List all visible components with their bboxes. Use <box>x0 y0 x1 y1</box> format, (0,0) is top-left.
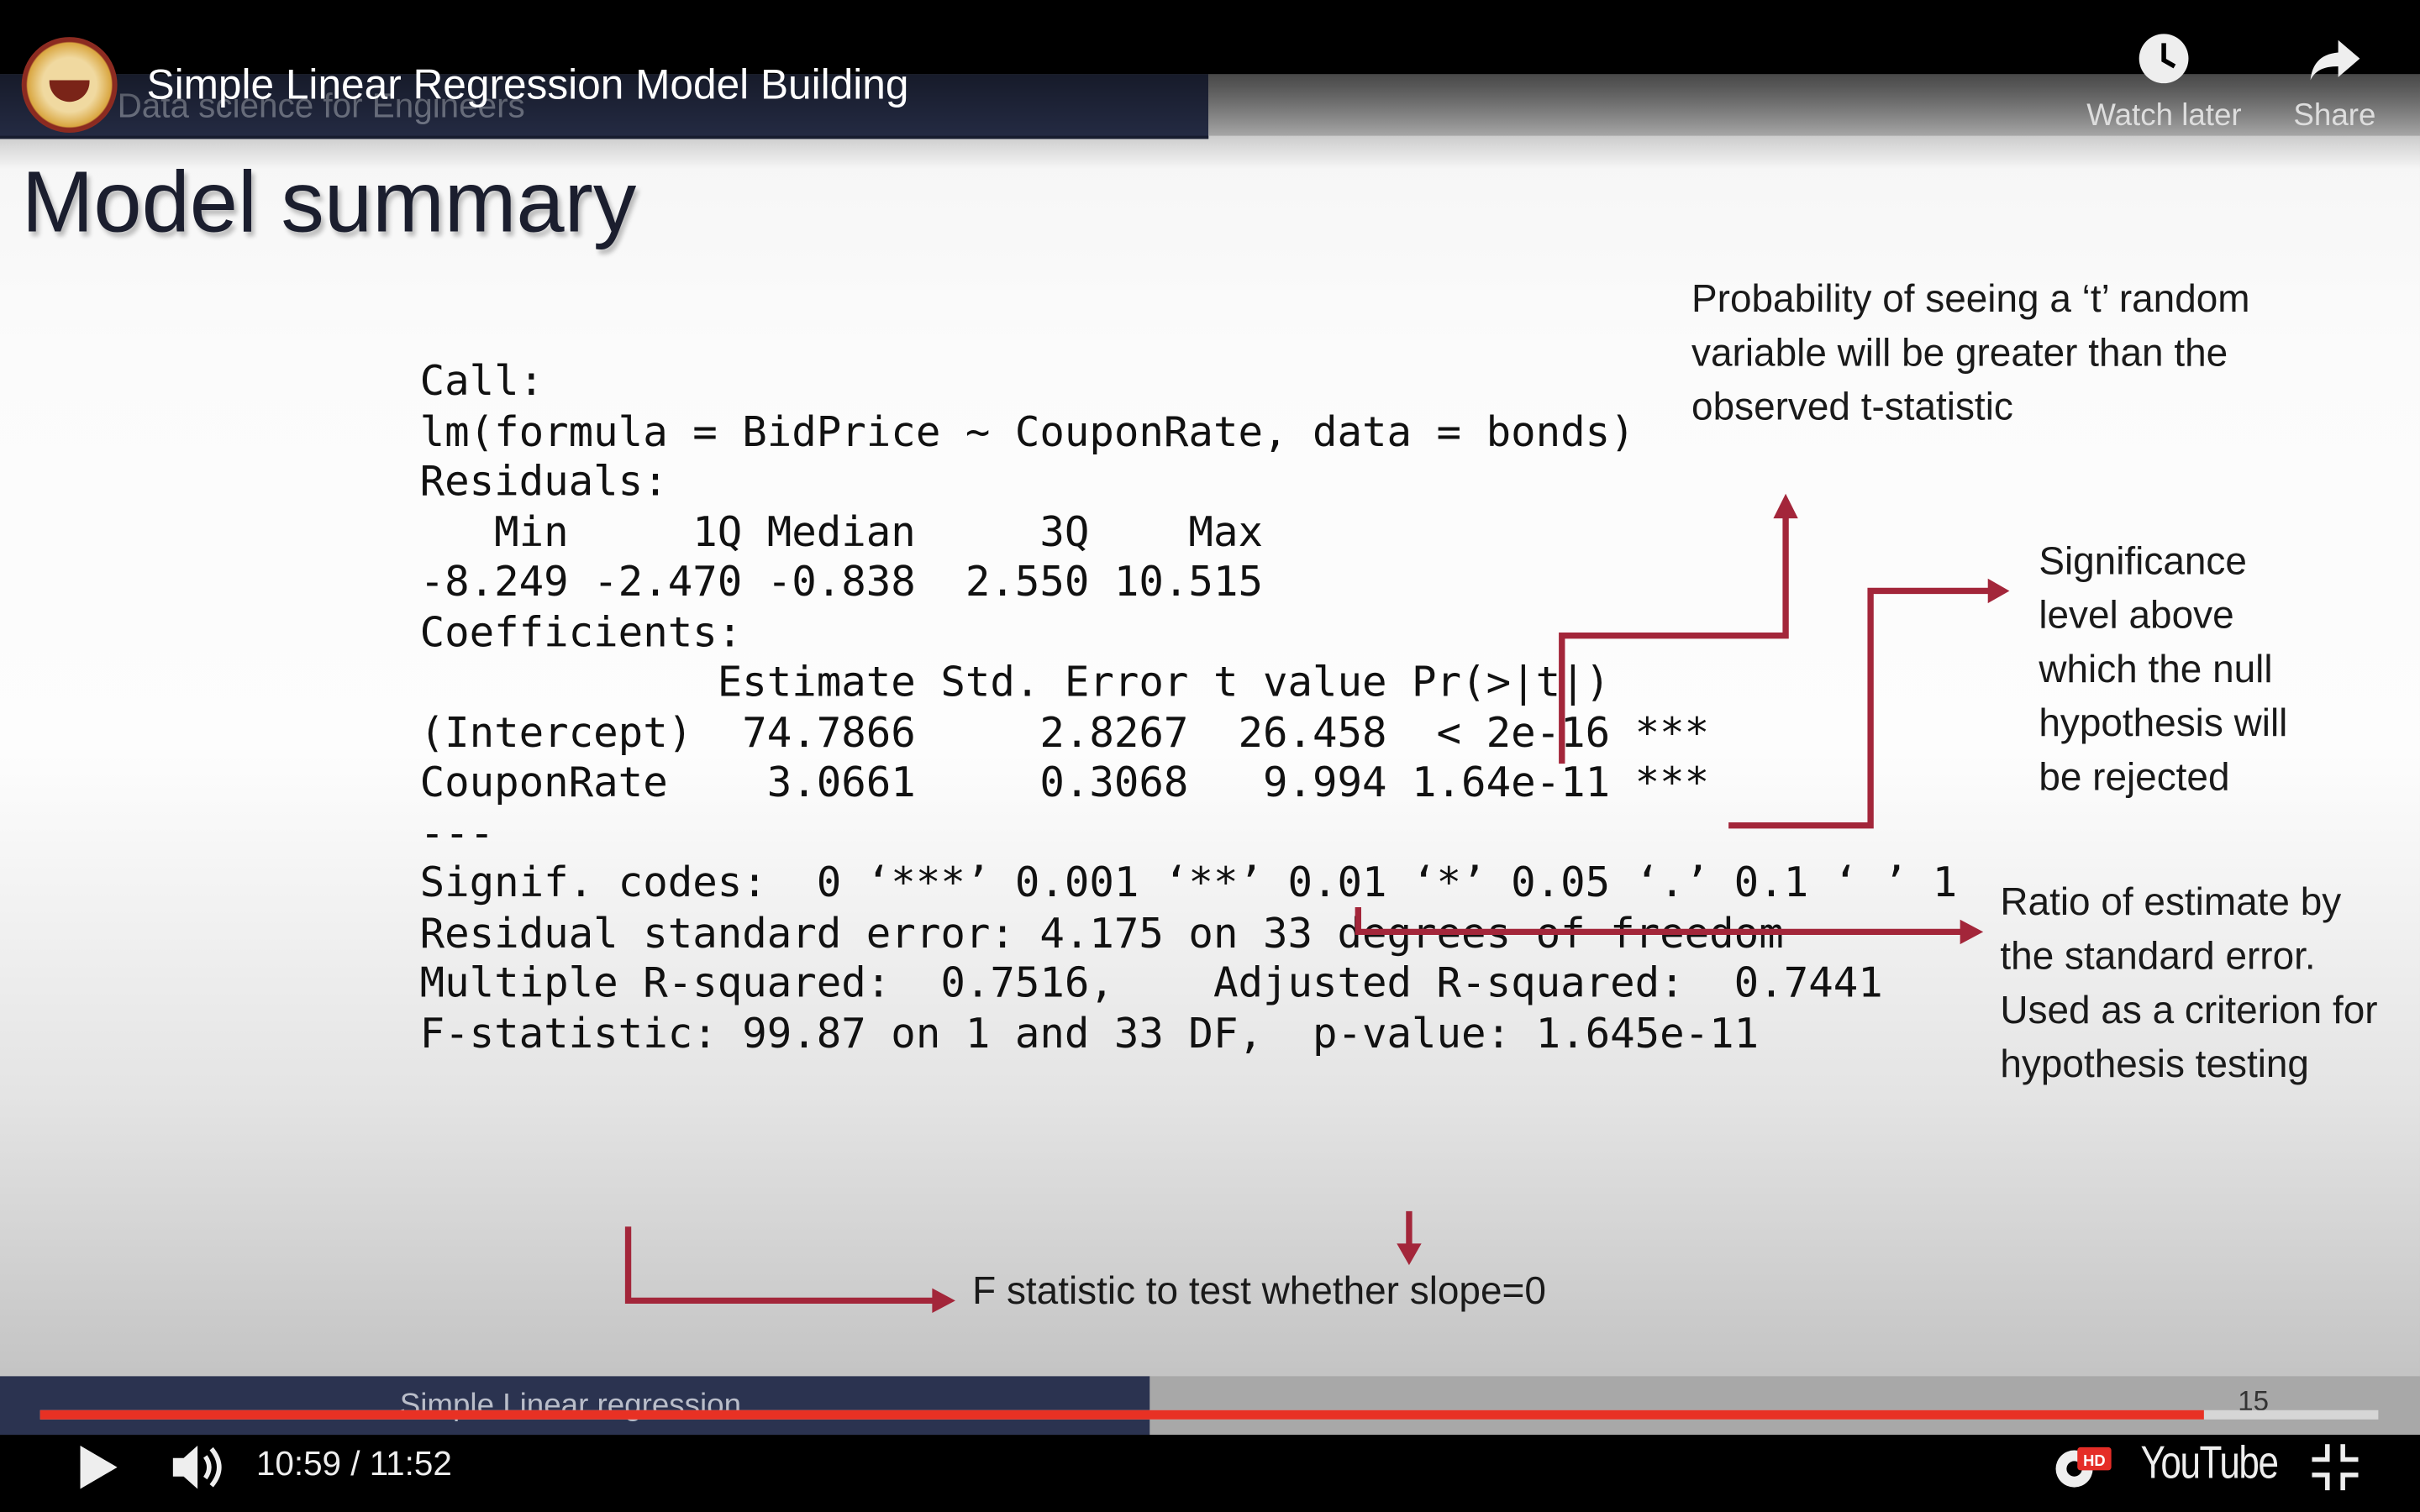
progress-fill <box>39 1410 2205 1420</box>
arrowhead <box>1960 919 1984 945</box>
time-display: 10:59 / 11:52 <box>255 1444 452 1483</box>
progress-bar[interactable] <box>39 1410 2379 1420</box>
play-icon[interactable] <box>80 1446 118 1489</box>
youtube-logo[interactable]: YouTube <box>2141 1438 2279 1490</box>
arrowhead <box>1397 1243 1422 1266</box>
slide-footer-right <box>1150 1376 2420 1436</box>
arrowhead <box>1987 578 2010 604</box>
annotation-arrows <box>624 493 2010 1314</box>
hd-badge: HD <box>2083 1452 2106 1469</box>
arrowhead <box>1773 493 1798 519</box>
volume-icon[interactable] <box>172 1442 225 1492</box>
exit-fullscreen-icon[interactable] <box>2312 1444 2359 1491</box>
arrow-significance <box>1728 587 1991 829</box>
settings-icon[interactable]: HD <box>2053 1442 2114 1492</box>
arrow-probability <box>1559 515 1789 764</box>
arrow-fstat <box>624 1226 936 1305</box>
arrowhead <box>932 1288 955 1314</box>
arrow-ratio <box>1355 906 1964 936</box>
